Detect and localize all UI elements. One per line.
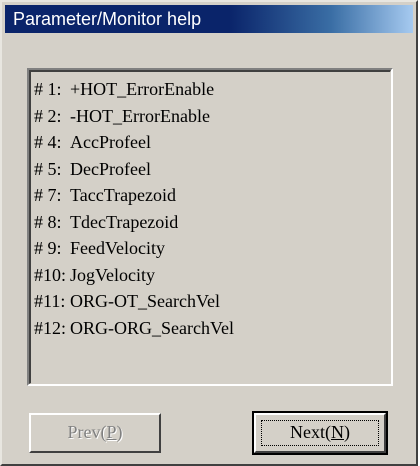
param-name: +HOT_ErrorEnable xyxy=(70,79,215,99)
list-item[interactable]: # 5: DecProfeel xyxy=(34,156,390,183)
title-bar[interactable]: Parameter/Monitor help xyxy=(5,5,413,33)
list-item[interactable]: # 9: FeedVelocity xyxy=(34,235,390,262)
list-item[interactable]: # 1: +HOT_ErrorEnable xyxy=(34,76,390,103)
param-number: #12: xyxy=(34,317,67,338)
list-item[interactable]: #10: JogVelocity xyxy=(34,262,390,289)
param-name: TaccTrapezoid xyxy=(70,185,177,205)
prev-button-label: Prev(P) xyxy=(67,422,122,442)
prev-hotkey: P xyxy=(106,422,117,442)
param-number: # 2: xyxy=(34,105,62,126)
list-item[interactable]: #11: ORG-OT_SearchVel xyxy=(34,288,390,315)
next-label-text: Next( xyxy=(290,422,331,442)
param-name: ORG-ORG_SearchVel xyxy=(70,317,234,338)
param-number: # 9: xyxy=(34,238,62,258)
next-button[interactable]: Next(N) xyxy=(252,411,388,455)
param-number: #11: xyxy=(34,291,66,311)
next-hotkey: N xyxy=(330,422,344,442)
param-name: TdecTrapezoid xyxy=(70,211,179,232)
list-item[interactable]: # 8: TdecTrapezoid xyxy=(34,209,390,236)
parameter-list-box[interactable]: # 1: +HOT_ErrorEnable # 2: -HOT_ErrorEnabl… xyxy=(27,68,393,386)
list-item[interactable]: # 4: AccProfeel xyxy=(34,129,390,156)
param-name: JogVelocity xyxy=(70,264,155,285)
param-number: # 4: xyxy=(34,132,62,152)
prev-label-text: Prev( xyxy=(67,422,107,442)
param-number: # 1: xyxy=(34,79,62,99)
param-number: # 7: xyxy=(34,185,62,205)
param-number: # 8: xyxy=(34,211,62,232)
prev-button[interactable]: Prev(P) xyxy=(29,413,161,453)
param-name: FeedVelocity xyxy=(70,238,165,258)
param-name: AccProfeel xyxy=(70,132,151,152)
next-label-suffix: ) xyxy=(343,422,350,442)
param-name: -HOT_ErrorEnable xyxy=(70,105,210,126)
param-name: DecProfeel xyxy=(70,158,151,179)
list-item[interactable]: # 7: TaccTrapezoid xyxy=(34,182,390,209)
parameter-monitor-help-dialog: Parameter/Monitor help # 1: +HOT_ErrorEna… xyxy=(0,0,418,466)
param-name: ORG-OT_SearchVel xyxy=(70,291,220,311)
list-item[interactable]: #12: ORG-ORG_SearchVel xyxy=(34,315,390,342)
prev-label-suffix: ) xyxy=(116,422,123,442)
parameter-list: # 1: +HOT_ErrorEnable # 2: -HOT_ErrorEnabl… xyxy=(29,70,391,384)
param-number: #10: xyxy=(34,264,67,285)
list-item[interactable]: # 2: -HOT_ErrorEnable xyxy=(34,103,390,130)
next-button-label: Next(N) xyxy=(290,422,350,442)
param-number: # 5: xyxy=(34,158,62,179)
